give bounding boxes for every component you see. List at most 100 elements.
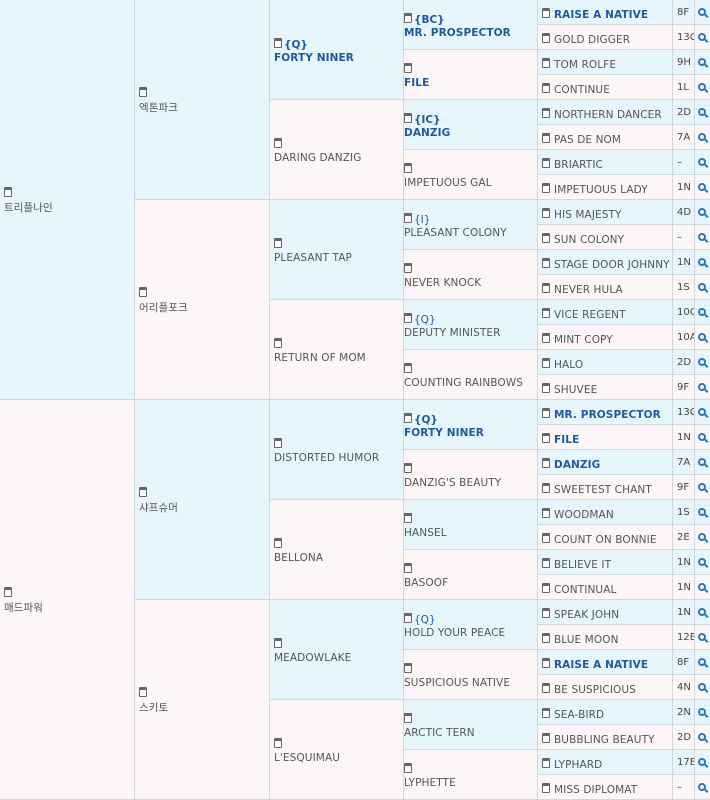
search-button[interactable] [695, 725, 710, 750]
horse-name[interactable]: 트리플나인 [4, 200, 53, 215]
magnifier-icon[interactable] [698, 633, 706, 641]
search-button[interactable] [695, 175, 710, 200]
horse-name[interactable]: FILE [554, 434, 579, 446]
search-button[interactable] [695, 375, 710, 400]
horse-name[interactable]: SHUVEE [554, 384, 597, 396]
document-icon[interactable] [404, 663, 412, 673]
document-icon[interactable] [542, 783, 550, 793]
document-icon[interactable] [404, 763, 412, 773]
horse-name[interactable]: DARING DANZIG [274, 152, 361, 164]
search-button[interactable] [695, 575, 710, 600]
horse-name[interactable]: BE SUSPICIOUS [554, 684, 636, 696]
document-icon[interactable] [542, 533, 550, 543]
document-icon[interactable] [139, 286, 147, 297]
horse-name[interactable]: TOM ROLFE [554, 59, 616, 71]
horse-name[interactable]: COUNTING RAINBOWS [404, 377, 523, 389]
horse-name[interactable]: NORTHERN DANCER [554, 109, 662, 121]
document-icon[interactable] [139, 486, 147, 497]
magnifier-icon[interactable] [698, 433, 706, 441]
document-icon[interactable] [542, 258, 550, 268]
document-icon[interactable] [542, 8, 550, 18]
horse-name[interactable]: DANZIG [404, 127, 450, 139]
search-button[interactable] [695, 75, 710, 100]
magnifier-icon[interactable] [698, 358, 706, 366]
horse-name[interactable]: 스키토 [139, 700, 168, 715]
document-icon[interactable] [542, 508, 550, 518]
search-button[interactable] [695, 100, 710, 125]
document-icon[interactable] [274, 138, 282, 148]
document-icon[interactable] [542, 133, 550, 143]
horse-name[interactable]: BELIEVE IT [554, 559, 611, 571]
document-icon[interactable] [542, 483, 550, 493]
document-icon[interactable] [542, 183, 550, 193]
document-icon[interactable] [542, 83, 550, 93]
magnifier-icon[interactable] [698, 708, 706, 716]
magnifier-icon[interactable] [698, 108, 706, 116]
search-button[interactable] [695, 700, 710, 725]
document-icon[interactable] [404, 363, 412, 373]
magnifier-icon[interactable] [698, 458, 706, 466]
magnifier-icon[interactable] [698, 333, 706, 341]
horse-name[interactable]: BRIARTIC [554, 159, 603, 171]
horse-name[interactable]: LYPHETTE [404, 777, 456, 789]
document-icon[interactable] [542, 358, 550, 368]
document-icon[interactable] [274, 38, 282, 48]
magnifier-icon[interactable] [698, 283, 706, 291]
document-icon[interactable] [274, 438, 282, 448]
document-icon[interactable] [274, 638, 282, 648]
magnifier-icon[interactable] [698, 508, 706, 516]
document-icon[interactable] [542, 658, 550, 668]
search-button[interactable] [695, 275, 710, 300]
horse-name[interactable]: DANZIG'S BEAUTY [404, 477, 501, 489]
horse-name[interactable]: GOLD DIGGER [554, 34, 630, 46]
document-icon[interactable] [542, 308, 550, 318]
document-icon[interactable] [542, 558, 550, 568]
search-button[interactable] [695, 0, 710, 25]
magnifier-icon[interactable] [698, 208, 706, 216]
document-icon[interactable] [404, 113, 412, 123]
search-button[interactable] [695, 350, 710, 375]
magnifier-icon[interactable] [698, 683, 706, 691]
magnifier-icon[interactable] [698, 383, 706, 391]
magnifier-icon[interactable] [698, 533, 706, 541]
search-button[interactable] [695, 225, 710, 250]
horse-name[interactable]: BELLONA [274, 552, 323, 564]
document-icon[interactable] [404, 413, 412, 423]
document-icon[interactable] [404, 613, 412, 623]
document-icon[interactable] [404, 313, 412, 323]
document-icon[interactable] [4, 586, 12, 597]
horse-name[interactable]: PLEASANT COLONY [404, 227, 507, 239]
search-button[interactable] [695, 25, 710, 50]
horse-name[interactable]: IMPETUOUS LADY [554, 184, 648, 196]
document-icon[interactable] [139, 686, 147, 697]
document-icon[interactable] [404, 713, 412, 723]
horse-name[interactable]: VICE REGENT [554, 309, 626, 321]
horse-name[interactable]: CONTINUE [554, 84, 610, 96]
magnifier-icon[interactable] [698, 158, 706, 166]
horse-name[interactable]: L'ESQUIMAU [274, 752, 340, 764]
horse-name[interactable]: SPEAK JOHN [554, 609, 619, 621]
horse-name[interactable]: NEVER HULA [554, 284, 623, 296]
search-button[interactable] [695, 550, 710, 575]
horse-name[interactable]: STAGE DOOR JOHNNY [554, 259, 670, 271]
horse-name[interactable]: HOLD YOUR PEACE [404, 627, 505, 639]
document-icon[interactable] [542, 733, 550, 743]
magnifier-icon[interactable] [698, 58, 706, 66]
search-button[interactable] [695, 500, 710, 525]
document-icon[interactable] [542, 633, 550, 643]
search-button[interactable] [695, 125, 710, 150]
horse-name[interactable]: FILE [404, 77, 429, 89]
horse-name[interactable]: MR. PROSPECTOR [404, 27, 511, 39]
horse-name[interactable]: COUNT ON BONNIE [554, 534, 657, 546]
search-button[interactable] [695, 250, 710, 275]
search-button[interactable] [695, 200, 710, 225]
horse-name[interactable]: SWEETEST CHANT [554, 484, 652, 496]
search-button[interactable] [695, 750, 710, 775]
horse-name[interactable]: MR. PROSPECTOR [554, 409, 661, 421]
document-icon[interactable] [274, 338, 282, 348]
document-icon[interactable] [404, 163, 412, 173]
horse-name[interactable]: RAISE A NATIVE [554, 9, 648, 21]
magnifier-icon[interactable] [698, 258, 706, 266]
search-button[interactable] [695, 525, 710, 550]
horse-name[interactable]: IMPETUOUS GAL [404, 177, 492, 189]
